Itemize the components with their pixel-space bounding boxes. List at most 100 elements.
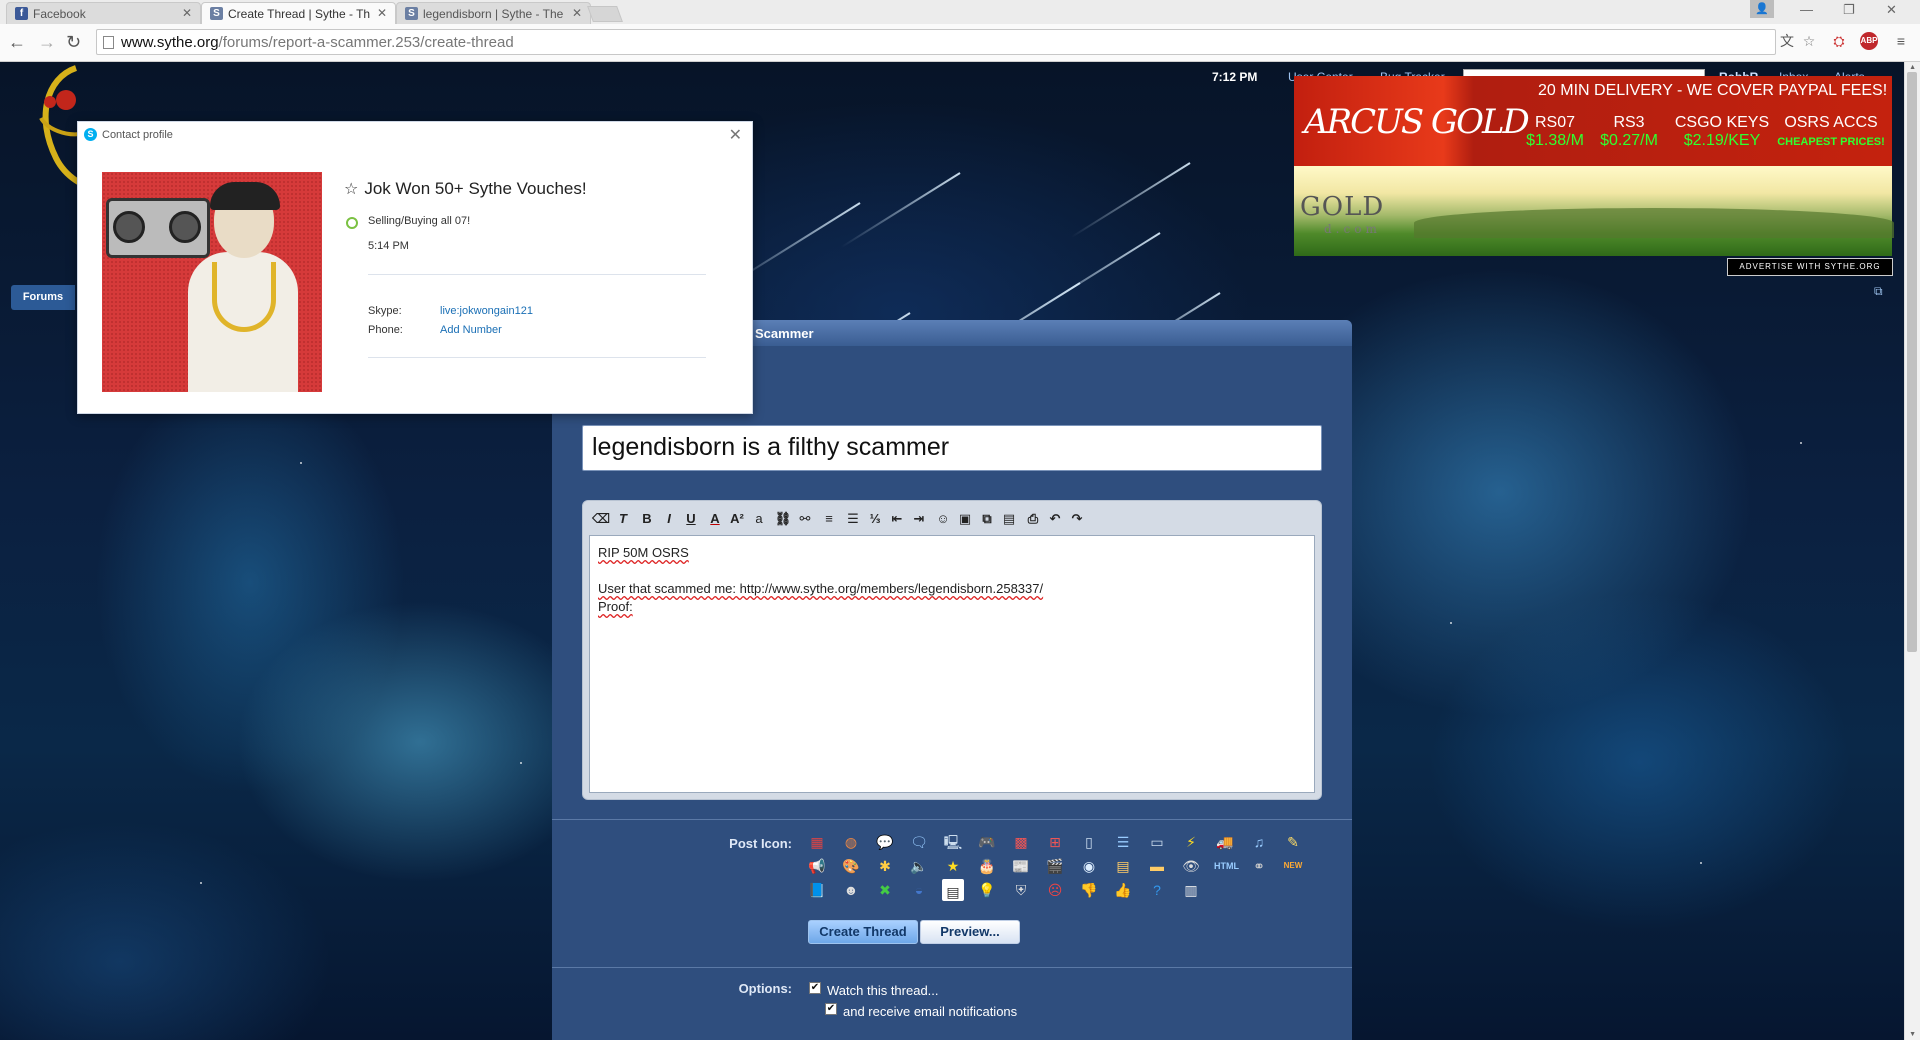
italic-icon[interactable]: I: [659, 509, 679, 529]
adblock-icon[interactable]: ABP: [1860, 32, 1878, 50]
create-thread-button[interactable]: Create Thread: [808, 920, 918, 944]
close-icon[interactable]: ✕: [572, 6, 582, 20]
redo-icon[interactable]: ↷: [1067, 509, 1087, 529]
scroll-down-icon[interactable]: ▼: [1909, 1031, 1916, 1038]
angry-face-icon[interactable]: ☹: [1044, 879, 1066, 901]
watch-thread-label[interactable]: Watch this thread...: [827, 983, 939, 998]
puzzle-icon[interactable]: ✱: [874, 855, 896, 877]
html-icon[interactable]: HTML: [1214, 855, 1239, 877]
back-icon[interactable]: ←: [8, 32, 26, 53]
disc-icon[interactable]: ◉: [1078, 855, 1100, 877]
newspaper-icon[interactable]: 📰: [1010, 855, 1032, 877]
tab-legendisborn[interactable]: S legendisborn | Sythe - The ✕: [396, 2, 591, 24]
sitemap-icon[interactable]: ⊞: [1044, 831, 1066, 853]
indent-icon[interactable]: ⇥: [909, 509, 929, 529]
save-draft-icon[interactable]: ⎙: [1023, 509, 1043, 529]
boxes-icon[interactable]: ▤: [1112, 855, 1134, 877]
link-icon[interactable]: ⛓: [773, 509, 793, 529]
bold-icon[interactable]: B: [637, 509, 657, 529]
thread-title-input[interactable]: legendisborn is a filthy scammer: [582, 425, 1322, 471]
font-size-icon[interactable]: A²: [727, 509, 747, 529]
favorite-star-icon[interactable]: ☆: [344, 181, 358, 198]
close-icon[interactable]: ✕: [729, 125, 742, 145]
bullet-list-icon[interactable]: ☰: [843, 509, 863, 529]
menu-icon[interactable]: ≡: [1892, 32, 1910, 50]
planet-icon[interactable]: ◒: [908, 879, 930, 901]
tab-facebook[interactable]: f Facebook ✕: [6, 2, 201, 24]
email-notifications-label[interactable]: and receive email notifications: [843, 1004, 1017, 1019]
cake-icon[interactable]: 🎂: [976, 855, 998, 877]
tab-create-thread[interactable]: S Create Thread | Sythe - Th ✕: [201, 2, 396, 24]
photo-icon[interactable]: ▩: [1010, 831, 1032, 853]
computer-icon[interactable]: 🖳: [942, 831, 964, 853]
advertise-link[interactable]: ADVERTISE WITH SYTHE.ORG: [1727, 258, 1893, 276]
minimize-icon[interactable]: —: [1800, 2, 1813, 17]
insert-icon[interactable]: ▤: [999, 509, 1019, 529]
clapper-icon[interactable]: 🎬: [1044, 855, 1066, 877]
speaker-icon[interactable]: 🔈: [908, 855, 930, 877]
stack-icon[interactable]: ☰: [1112, 831, 1134, 853]
extension-icon[interactable]: ⛭: [1830, 32, 1848, 50]
align-icon[interactable]: ≡: [819, 509, 839, 529]
scroll-up-icon[interactable]: ▲: [1909, 64, 1916, 71]
close-icon[interactable]: ✕: [377, 6, 387, 20]
unlink-icon[interactable]: ⚯: [795, 509, 815, 529]
book-icon[interactable]: 📘: [806, 879, 828, 901]
note-icon[interactable]: ▥: [1180, 879, 1202, 901]
outdent-icon[interactable]: ⇤: [887, 509, 907, 529]
image-icon[interactable]: ▣: [955, 509, 975, 529]
palette-icon[interactable]: 🎨: [840, 855, 862, 877]
document-icon[interactable]: ▤: [942, 879, 964, 901]
clear-format-icon[interactable]: T: [613, 509, 633, 529]
preview-button[interactable]: Preview...: [920, 920, 1020, 944]
scrollbar-thumb[interactable]: [1907, 72, 1917, 652]
link-chain-icon[interactable]: ⚭: [1248, 855, 1270, 877]
restore-icon[interactable]: ❐: [1843, 2, 1855, 18]
watch-thread-checkbox[interactable]: ✔: [809, 982, 821, 994]
eye-icon[interactable]: 👁: [1180, 855, 1202, 877]
gamepad-icon[interactable]: 🎮: [976, 831, 998, 853]
gold-ad[interactable]: GOLD d.com: [1294, 166, 1894, 256]
add-number-link[interactable]: Add Number: [440, 324, 502, 336]
undo-icon[interactable]: ↶: [1045, 509, 1065, 529]
new-badge-icon[interactable]: NEW: [1282, 855, 1304, 877]
email-notifications-checkbox[interactable]: ✔: [825, 1003, 837, 1015]
smilie-icon[interactable]: ☺: [933, 509, 953, 529]
window-icon[interactable]: ▭: [1146, 831, 1168, 853]
new-tab-button[interactable]: [587, 6, 623, 22]
bookmark-star-icon[interactable]: ☆: [1800, 32, 1818, 50]
remove-format-icon[interactable]: ⌫: [591, 509, 611, 529]
music-icon[interactable]: ♫: [1248, 831, 1270, 853]
color-wheel-icon[interactable]: ◍: [840, 831, 862, 853]
url-input[interactable]: www.sythe.org/forums/report-a-scammer.25…: [96, 29, 1776, 55]
cross-arrows-icon[interactable]: ✖: [874, 879, 896, 901]
thumbs-up-icon[interactable]: 👍: [1112, 879, 1134, 901]
translate-icon[interactable]: ⽂: [1778, 32, 1796, 50]
forums-tab[interactable]: Forums: [11, 285, 75, 310]
shield-icon[interactable]: ⛨: [1010, 879, 1032, 901]
lightbulb-icon[interactable]: 💡: [976, 879, 998, 901]
window-close-icon[interactable]: ✕: [1886, 2, 1897, 18]
arcus-gold-ad[interactable]: ARCUS GOLD 20 MIN DELIVERY - WE COVER PA…: [1294, 76, 1892, 166]
media-icon[interactable]: ⧉: [977, 509, 997, 529]
help-icon[interactable]: ?: [1146, 879, 1168, 901]
folder-icon[interactable]: ▬: [1146, 855, 1168, 877]
font-family-icon[interactable]: a: [749, 509, 769, 529]
text-color-icon[interactable]: A: [705, 509, 725, 529]
numbered-list-icon[interactable]: ⅓: [865, 509, 885, 529]
thumbs-down-icon[interactable]: 👎: [1078, 879, 1100, 901]
truck-icon[interactable]: 🚚: [1214, 831, 1236, 853]
close-icon[interactable]: ✕: [182, 6, 192, 20]
user-icon[interactable]: ☻: [840, 879, 862, 901]
message-textarea[interactable]: RIP 50M OSRS User that scammed me: http:…: [589, 535, 1315, 793]
lightning-icon[interactable]: ⚡: [1180, 831, 1202, 853]
external-link-icon[interactable]: ⧉: [1874, 284, 1883, 299]
calculator-icon[interactable]: ▯: [1078, 831, 1100, 853]
underline-icon[interactable]: U: [681, 509, 701, 529]
skype-id-link[interactable]: live:jokwongain121: [440, 305, 533, 317]
grid-icon[interactable]: ▦: [806, 831, 828, 853]
speech-bubble-icon[interactable]: 💬: [874, 831, 896, 853]
star-icon[interactable]: ★: [942, 855, 964, 877]
megaphone-icon[interactable]: 📢: [806, 855, 828, 877]
profile-icon[interactable]: 👤: [1750, 0, 1774, 18]
